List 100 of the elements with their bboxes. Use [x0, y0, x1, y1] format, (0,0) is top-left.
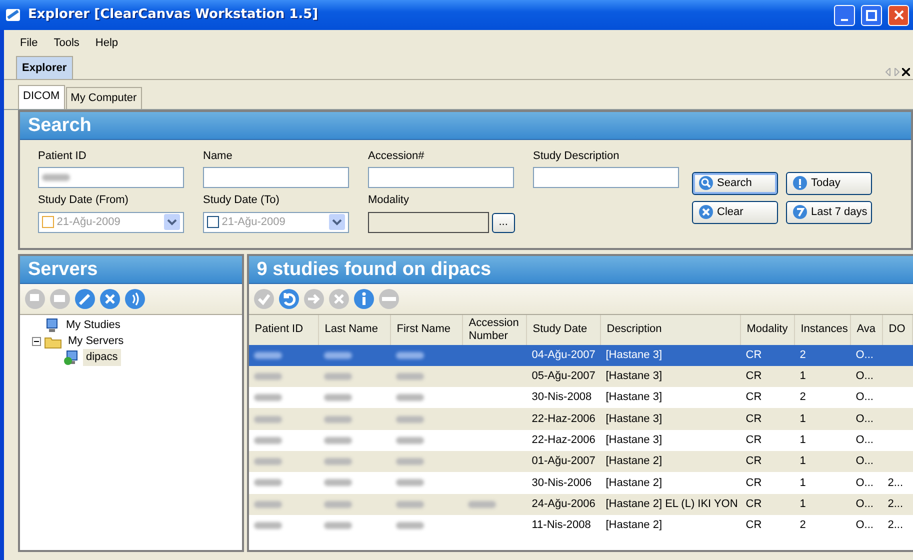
- table-cell-text: CR: [744, 476, 763, 491]
- table-cell-text: 04-Ağu-2007: [530, 348, 596, 363]
- window-title: Explorer [ClearCanvas Workstation 1.5]: [28, 6, 320, 24]
- blurred-value: [42, 174, 70, 181]
- column-header[interactable]: DO: [882, 314, 913, 344]
- menu-item[interactable]: File: [12, 33, 46, 54]
- tab[interactable]: My Computer: [66, 87, 142, 108]
- table-cell-text: [Hastane 2]: [604, 518, 664, 534]
- folder-icon: [44, 334, 62, 348]
- action-button[interactable]: Clear: [692, 200, 778, 224]
- tab[interactable]: DICOM: [18, 85, 65, 108]
- column-header[interactable]: First Name: [390, 314, 463, 344]
- table-row[interactable]: 11-Nis-2008 [Hastane 2] CR 2 O... 2...: [248, 514, 913, 536]
- table-cell-text: CR: [744, 433, 763, 448]
- maximize-button[interactable]: [861, 4, 882, 26]
- column-header[interactable]: Instances: [794, 314, 851, 344]
- column-header[interactable]: Ava: [850, 314, 883, 344]
- panel-title: Servers: [20, 256, 242, 284]
- table-row[interactable]: 05-Ağu-2007 [Hastane 3] CR 1 O...: [248, 366, 913, 388]
- table-row[interactable]: 04-Ağu-2007 [Hastane 3] CR 2 O...: [248, 344, 913, 366]
- field-label: Study Description: [533, 148, 620, 164]
- table-cell-text: 05-Ağu-2007: [530, 369, 596, 384]
- table-cell-text: [Hastane 3]: [604, 369, 664, 384]
- close-icon[interactable]: [902, 68, 910, 76]
- dropdown-icon[interactable]: [164, 214, 180, 230]
- table-cell-text: 2: [798, 518, 807, 534]
- field-label: Study Date (To): [203, 193, 280, 208]
- table-row[interactable]: 01-Ağu-2007 [Hastane 2] CR 1 O...: [248, 450, 913, 472]
- edit-icon[interactable]: [74, 288, 96, 310]
- column-header[interactable]: Description: [600, 314, 741, 344]
- signal-icon[interactable]: [124, 288, 146, 310]
- text-field[interactable]: [38, 167, 184, 188]
- browse-button[interactable]: ...: [492, 212, 515, 232]
- tree-item[interactable]: dipacs: [83, 349, 121, 366]
- close-button[interactable]: [888, 4, 909, 26]
- field-label: Patient ID: [38, 148, 88, 164]
- column-header[interactable]: Last Name: [318, 314, 391, 344]
- scroll-left-icon[interactable]: [884, 68, 891, 76]
- table-row[interactable]: 30-Nis-2006 [Hastane 2] CR 1 O... 2...: [248, 472, 913, 494]
- column-header[interactable]: Modality: [740, 314, 795, 344]
- text-field[interactable]: [368, 167, 514, 188]
- table-cell-text: O...: [854, 496, 874, 512]
- table-cell-text: 1: [798, 369, 807, 384]
- table-cell-text: O...: [854, 348, 874, 363]
- field-label: Modality: [368, 193, 410, 208]
- table-cell-text: CR: [744, 412, 763, 427]
- field-label: Accession#: [368, 148, 426, 164]
- menu-item[interactable]: Help: [87, 33, 126, 54]
- table-cell-text: 1: [798, 433, 807, 448]
- refresh-icon[interactable]: [278, 288, 300, 310]
- text-field[interactable]: [203, 167, 349, 188]
- delete-icon[interactable]: [99, 288, 121, 310]
- table-cell-text: O...: [854, 476, 874, 491]
- clear-icon: [699, 205, 713, 219]
- info-icon[interactable]: [352, 288, 375, 310]
- panel-title: Search: [20, 112, 911, 140]
- modality-field[interactable]: [368, 212, 489, 232]
- menu-item[interactable]: Tools: [46, 33, 88, 54]
- dropdown-icon[interactable]: [329, 214, 345, 230]
- table-cell-text: [Hastane 3]: [604, 433, 664, 448]
- table-row[interactable]: 30-Nis-2008 [Hastane 3] CR 2 O...: [248, 387, 913, 408]
- table-cell-text: 30-Nis-2006: [530, 476, 593, 491]
- table-row[interactable]: 22-Haz-2006 [Hastane 3] CR 1 O...: [248, 430, 913, 451]
- action-button[interactable]: Today: [786, 172, 872, 194]
- table-cell-text: [Hastane 3]: [604, 412, 664, 427]
- table-cell-text: 22-Haz-2006: [530, 412, 596, 427]
- table-cell-text: O...: [854, 454, 874, 470]
- table-cell-text: CR: [744, 369, 763, 384]
- minimize-button[interactable]: [834, 4, 855, 26]
- table-row[interactable]: 24-Ağu-2006 [Hastane 2] EL (L) IKI YON CR 1 O... 2...: [248, 494, 913, 515]
- table-cell-text: 30-Nis-2008: [530, 390, 593, 406]
- table-cell-text: 2: [798, 348, 807, 363]
- tree-item[interactable]: My Servers: [65, 333, 127, 350]
- checkbox[interactable]: [42, 216, 54, 228]
- table-cell-text: 01-Ağu-2007: [530, 454, 596, 470]
- checkbox[interactable]: [207, 216, 219, 228]
- close-icon: [894, 10, 904, 20]
- document-tab[interactable]: Explorer: [16, 56, 73, 79]
- minimize-icon: [841, 18, 848, 20]
- network-computer-icon: [64, 350, 80, 366]
- table-cell-text: CR: [744, 390, 763, 406]
- table-cell-text: CR: [744, 496, 763, 512]
- column-header[interactable]: Patient ID: [248, 314, 319, 344]
- table-cell-text: 1: [798, 412, 807, 427]
- maximize-icon: [866, 10, 877, 20]
- column-header[interactable]: Study Date: [526, 314, 601, 344]
- date-value: 21-Ağu-2009: [222, 214, 286, 230]
- column-header[interactable]: Accession Number: [462, 314, 527, 344]
- action-button[interactable]: Last 7 days: [786, 200, 872, 224]
- table-cell-text: [Hastane 3]: [604, 390, 664, 406]
- table-row[interactable]: 22-Haz-2006 [Hastane 3] CR 1 O...: [248, 408, 913, 430]
- action-button[interactable]: Search: [692, 172, 778, 194]
- table-cell-text: 1: [798, 496, 807, 512]
- collapse-icon[interactable]: [32, 337, 41, 346]
- tree-item[interactable]: My Studies: [63, 317, 124, 334]
- table-cell-text: [Hastane 3]: [604, 348, 664, 363]
- text-field[interactable]: [533, 167, 679, 188]
- table-cell-text: O...: [854, 412, 874, 427]
- table-cell-text: 1: [798, 476, 807, 491]
- table-cell-text: [Hastane 2] EL (L) IKI YON: [604, 496, 739, 512]
